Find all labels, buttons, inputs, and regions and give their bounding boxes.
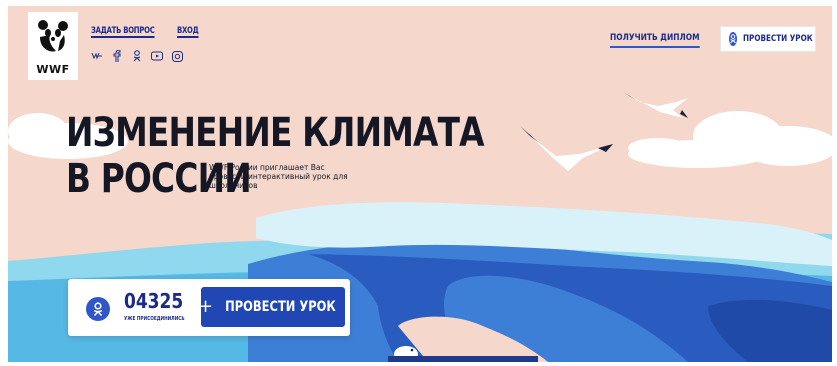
conduct-lesson-button[interactable]: + ПРОВЕСТИ УРОК [197,287,345,327]
instagram-icon[interactable] [171,50,183,62]
seagull-2 [623,92,688,118]
logo-text: WWF [36,63,70,76]
ask-question-link[interactable]: ЗАДАТЬ ВОПРОС [91,26,155,36]
hero-subtitle: WWF России приглашает Вас провести интер… [209,163,348,190]
wwf-logo[interactable]: WWF [28,12,78,80]
social-links [91,50,183,62]
seagull-1 [520,126,613,171]
page-title-line-1: ИЗМЕНЕНИЕ КЛИМАТА [66,110,485,156]
cloud-right [628,111,832,168]
conduct-lesson-header-label: ПРОВЕСТИ УРОК [743,34,813,44]
get-diploma-link[interactable]: ПОЛУЧИТЬ ДИПЛОМ [610,33,700,48]
panda-icon [38,20,68,52]
facebook-icon[interactable] [111,50,123,62]
participants-card: 04325 УЖЕ ПРИСОЕДИНИЛИСЬ + ПРОВЕСТИ УРОК [68,279,350,336]
plus-icon: + [197,296,214,317]
login-link[interactable]: ВХОД [177,26,199,36]
vk-icon[interactable] [91,50,103,62]
youtube-icon[interactable] [151,50,163,62]
odnoklassniki-icon[interactable] [131,50,143,62]
participants-label: УЖЕ ПРИСОЕДИНИЛИСЬ [124,316,185,322]
conduct-lesson-label: ПРОВЕСТИ УРОК [225,299,336,315]
conduct-lesson-header-button[interactable]: ПРОВЕСТИ УРОК [720,26,816,52]
top-nav: ЗАДАТЬ ВОПРОС ВХОД [91,26,202,36]
odnoklassniki-icon [86,297,110,321]
hero-section: WWF ЗАДАТЬ ВОПРОС ВХОД ПОЛУЧИТЬ ДИПЛОМ П… [8,6,832,362]
odnoklassniki-icon [729,32,737,46]
participants-count: 04325 [124,289,184,313]
